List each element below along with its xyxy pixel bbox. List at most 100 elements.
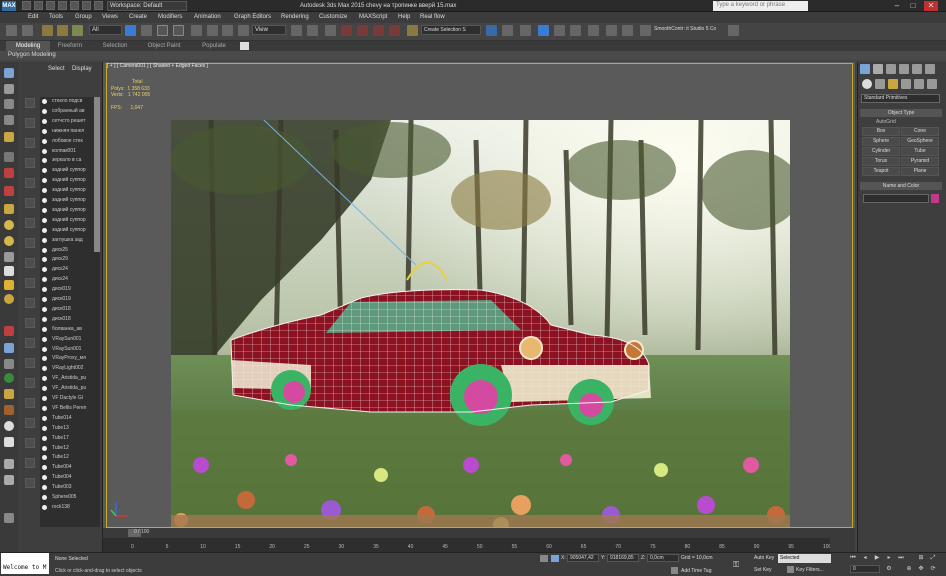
motion-tab-icon[interactable] xyxy=(4,115,14,125)
app-menu-icon[interactable]: MAX xyxy=(2,1,16,11)
open-file-icon[interactable] xyxy=(34,1,43,10)
polygon-modeling-label[interactable]: Polygon Modeling xyxy=(8,51,56,60)
visibility-icon[interactable] xyxy=(42,396,47,401)
menu-maxscript[interactable]: MAXScript xyxy=(359,12,387,23)
visibility-icon[interactable] xyxy=(42,465,47,471)
visibility-icon[interactable] xyxy=(42,158,47,164)
lock-selection-icon[interactable] xyxy=(540,555,548,562)
visibility-icon[interactable] xyxy=(42,217,47,223)
visibility-icon[interactable] xyxy=(42,485,47,491)
pyramid-button[interactable]: Pyramid xyxy=(901,157,939,166)
rendered-frame-window-icon[interactable] xyxy=(622,25,633,36)
layer-manager-icon[interactable] xyxy=(520,25,531,36)
torus-icon[interactable] xyxy=(4,294,14,304)
sphere-button[interactable]: Sphere xyxy=(862,137,900,146)
percent-snap-icon[interactable] xyxy=(373,25,384,36)
container-icon[interactable] xyxy=(4,389,14,399)
current-frame-field[interactable]: 0 xyxy=(850,565,880,573)
workspace-dropdown[interactable]: Workspace: Default xyxy=(107,1,187,11)
list-item[interactable]: сетчсто решет xyxy=(40,117,95,127)
list-item[interactable]: стекло подсв xyxy=(40,97,95,107)
command-display-icon[interactable] xyxy=(912,64,922,74)
spinner-snap-icon[interactable] xyxy=(389,25,400,36)
explorer-tab-display[interactable]: Display xyxy=(72,66,92,72)
new-file-icon[interactable] xyxy=(22,1,31,10)
shapes-category-icon[interactable] xyxy=(875,79,885,89)
list-item[interactable]: нижняя панел xyxy=(40,127,95,137)
select-by-name-icon[interactable] xyxy=(141,25,152,36)
box-button[interactable]: Box xyxy=(862,127,900,136)
toggle-ribbon-icon[interactable] xyxy=(538,25,549,36)
list-item[interactable]: Tube014 xyxy=(40,414,95,424)
visibility-icon[interactable] xyxy=(42,118,47,124)
visibility-icon[interactable] xyxy=(42,108,47,114)
key-selection-dropdown[interactable]: Selected xyxy=(778,554,831,563)
list-item[interactable]: Tube13 xyxy=(40,424,95,434)
list-item[interactable]: задний суппор xyxy=(40,216,95,226)
tab-modeling[interactable]: Modeling xyxy=(6,41,50,51)
list-item[interactable]: VF_Aristida_pu xyxy=(40,374,95,384)
visibility-icon[interactable] xyxy=(42,247,47,253)
list-item[interactable]: Tube12 xyxy=(40,444,95,454)
display-dependents-icon[interactable] xyxy=(25,398,35,408)
display-lights-icon[interactable] xyxy=(25,138,35,148)
display-influences-icon[interactable] xyxy=(25,378,35,388)
visibility-icon[interactable] xyxy=(42,386,47,392)
minimize-icon[interactable]: – xyxy=(890,1,904,11)
list-item[interactable]: Tube004 xyxy=(40,473,95,483)
list-item[interactable]: VF Bellis Peren xyxy=(40,404,95,414)
name-and-color-rollout[interactable]: Name and Color xyxy=(860,182,942,190)
maxscript-mini-listener[interactable]: Welcome to M xyxy=(1,553,49,574)
visibility-icon[interactable] xyxy=(42,455,47,461)
sphere-icon[interactable] xyxy=(4,220,14,230)
visibility-icon[interactable] xyxy=(42,148,47,154)
list-item[interactable]: Tube003 xyxy=(40,483,95,493)
display-none-icon[interactable] xyxy=(25,318,35,328)
spacewarps-category-icon[interactable] xyxy=(927,79,937,89)
modify-tab-icon[interactable] xyxy=(4,84,14,94)
visibility-icon[interactable] xyxy=(42,306,47,312)
list-item[interactable]: заглушка зад xyxy=(40,236,95,246)
list-item[interactable]: Tube12 xyxy=(40,453,95,463)
camera-icon[interactable] xyxy=(4,343,14,353)
visibility-icon[interactable] xyxy=(42,237,47,243)
tab-populate[interactable]: Populate xyxy=(196,41,232,51)
menu-help[interactable]: Help xyxy=(398,12,410,23)
expand-icon[interactable] xyxy=(4,475,14,485)
display-tab-icon[interactable] xyxy=(4,132,14,142)
hierarchy-tab-icon[interactable] xyxy=(4,99,14,109)
select-and-scale-icon[interactable] xyxy=(222,25,233,36)
visibility-icon[interactable] xyxy=(42,257,47,263)
list-item[interactable]: VF_Aristida_pu xyxy=(40,384,95,394)
list-item[interactable]: VRaySun001 xyxy=(40,345,95,355)
schematic-view-icon[interactable] xyxy=(570,25,581,36)
tab-freeform[interactable]: Freeform xyxy=(52,41,88,51)
keyboard-shortcut-override-icon[interactable] xyxy=(325,25,336,36)
visibility-icon[interactable] xyxy=(42,495,47,500)
visibility-icon[interactable] xyxy=(42,405,47,411)
sun-icon[interactable] xyxy=(4,280,14,290)
visibility-icon[interactable] xyxy=(42,207,47,213)
display-all-icon[interactable] xyxy=(25,298,35,308)
list-item[interactable]: зеркало в са xyxy=(40,156,95,166)
list-item[interactable]: диск019 xyxy=(40,285,95,295)
lock-cell-icon[interactable] xyxy=(25,438,35,448)
hold-icon[interactable] xyxy=(94,1,103,10)
manipulate-icon[interactable] xyxy=(307,25,318,36)
display-shapes-icon[interactable] xyxy=(25,118,35,128)
cone-button[interactable]: Cone xyxy=(901,127,939,136)
scene-object-list[interactable]: стекло подсв собранный ав сетчсто решет ниж… xyxy=(40,97,100,527)
align-icon[interactable] xyxy=(502,25,513,36)
visibility-icon[interactable] xyxy=(42,356,47,362)
menu-graph-editors[interactable]: Graph Editors xyxy=(234,12,271,23)
cylinder-button[interactable]: Cylinder xyxy=(862,147,900,156)
menu-animation[interactable]: Animation xyxy=(194,12,221,23)
object-color-swatch[interactable] xyxy=(931,194,939,203)
visibility-icon[interactable] xyxy=(42,415,47,421)
time-tag-icon[interactable] xyxy=(671,567,678,574)
goto-end-icon[interactable]: ⏭ xyxy=(897,555,905,562)
time-configuration-icon[interactable]: ⚙ xyxy=(885,566,893,573)
list-item[interactable]: задний суппор xyxy=(40,196,95,206)
set-key-button[interactable]: Set Key xyxy=(754,567,772,573)
visibility-icon[interactable] xyxy=(42,316,47,322)
